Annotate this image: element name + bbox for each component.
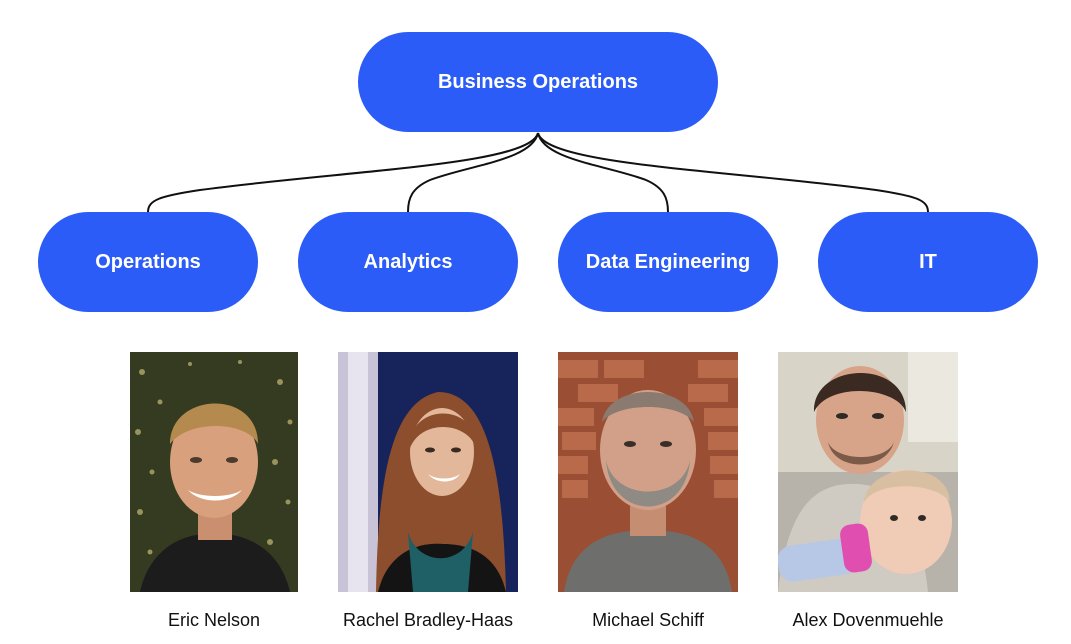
node-label: Operations — [95, 250, 201, 273]
connector-it — [537, 132, 929, 213]
node-business-operations: Business Operations — [358, 32, 718, 132]
node-data-engineering: Data Engineering — [558, 212, 778, 312]
node-it: IT — [818, 212, 1038, 312]
connector-operations — [147, 132, 539, 213]
person-name-alex-dovenmuehle: Alex Dovenmuehle — [792, 610, 944, 630]
connector-data-engineering — [537, 132, 669, 213]
node-analytics: Analytics — [298, 212, 518, 312]
person-photo-alex-dovenmuehle — [778, 352, 958, 592]
person-name-rachel-bradley-haas: Rachel Bradley-Haas — [342, 610, 514, 630]
node-label: Business Operations — [437, 70, 639, 93]
person-name-eric-nelson: Eric Nelson — [167, 610, 261, 630]
person-photo-eric-nelson — [130, 352, 298, 592]
person-name-michael-schiff: Michael Schiff — [592, 610, 704, 630]
node-label: IT — [919, 250, 937, 273]
connector-analytics — [407, 132, 539, 213]
person-photo-michael-schiff — [558, 352, 738, 592]
node-label: Data Engineering — [585, 250, 751, 273]
node-label: Analytics — [363, 250, 453, 273]
person-photo-rachel-bradley-haas — [338, 352, 518, 592]
node-operations: Operations — [38, 212, 258, 312]
